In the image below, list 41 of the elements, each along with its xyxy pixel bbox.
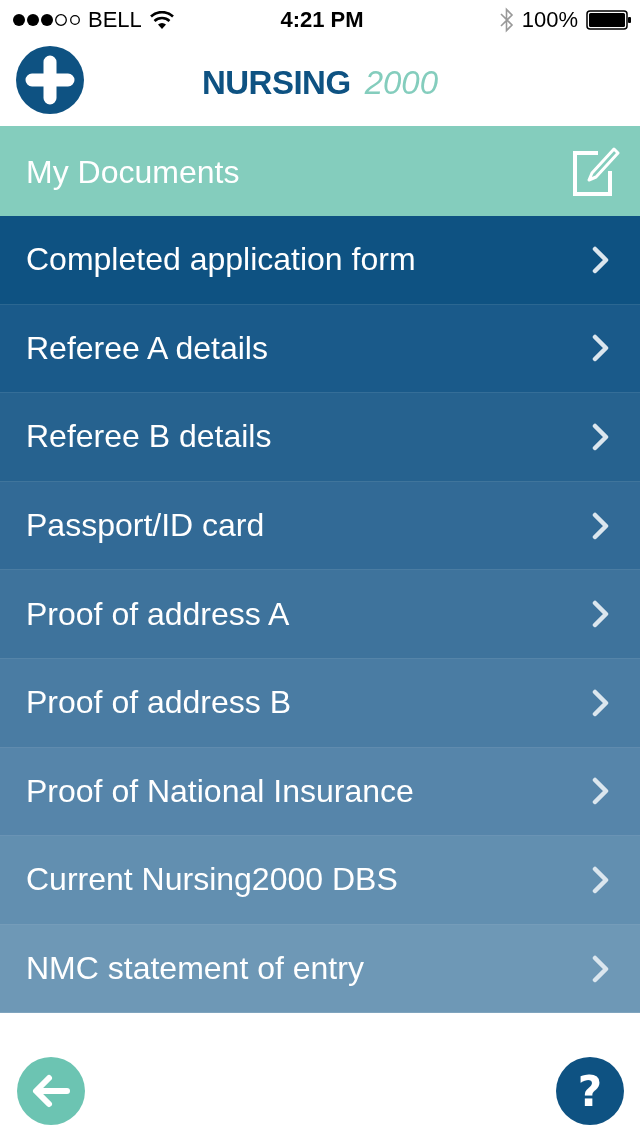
- chevron-right-icon: [592, 954, 610, 983]
- arrow-left-icon: [31, 1073, 71, 1110]
- bluetooth-icon: [499, 7, 514, 33]
- document-label: Proof of National Insurance: [26, 772, 414, 810]
- document-row[interactable]: Proof of National Insurance: [0, 747, 640, 837]
- carrier-name: BELL: [88, 7, 142, 33]
- document-label: Referee A details: [26, 329, 268, 367]
- brand-number: 2000: [364, 64, 439, 102]
- section-title: My Documents: [26, 153, 240, 191]
- chevron-right-icon: [592, 600, 610, 629]
- chevron-right-icon: [592, 688, 610, 717]
- document-label: Proof of address B: [26, 684, 292, 722]
- add-button[interactable]: [16, 46, 84, 114]
- chevron-right-icon: [592, 423, 610, 451]
- document-label: Referee B details: [26, 418, 272, 456]
- chevron-right-icon: [592, 777, 610, 806]
- chevron-right-icon: [592, 865, 610, 894]
- document-label: Completed application form: [26, 241, 416, 279]
- document-row[interactable]: Proof of address B: [0, 658, 640, 748]
- document-row[interactable]: Completed application form: [0, 216, 640, 305]
- document-label: Current Nursing2000 DBS: [26, 861, 398, 899]
- brand-name: NURSING: [201, 64, 351, 102]
- document-row[interactable]: Passport/ID card: [0, 481, 640, 571]
- signal-icon: [12, 13, 80, 27]
- chevron-right-icon: [592, 334, 610, 363]
- document-row[interactable]: Current Nursing2000 DBS: [0, 836, 640, 925]
- chevron-right-icon: [592, 511, 610, 540]
- wifi-icon: [149, 11, 174, 29]
- document-label: NMC statement of entry: [26, 950, 364, 988]
- document-label: Proof of address A: [26, 595, 290, 633]
- document-row[interactable]: NMC statement of entry: [0, 924, 640, 1014]
- edit-icon[interactable]: [572, 147, 620, 197]
- document-label: Passport/ID card: [26, 507, 265, 545]
- document-row[interactable]: Referee A details: [0, 304, 640, 394]
- battery-icon: [586, 10, 632, 30]
- document-row[interactable]: Referee B details: [0, 393, 640, 482]
- battery-percent: 100%: [521, 7, 578, 33]
- chevron-right-icon: [592, 245, 610, 274]
- help-button[interactable]: ?: [556, 1057, 624, 1126]
- clock-time: 4:21 PM: [280, 7, 364, 32]
- document-row[interactable]: Proof of address A: [0, 570, 640, 659]
